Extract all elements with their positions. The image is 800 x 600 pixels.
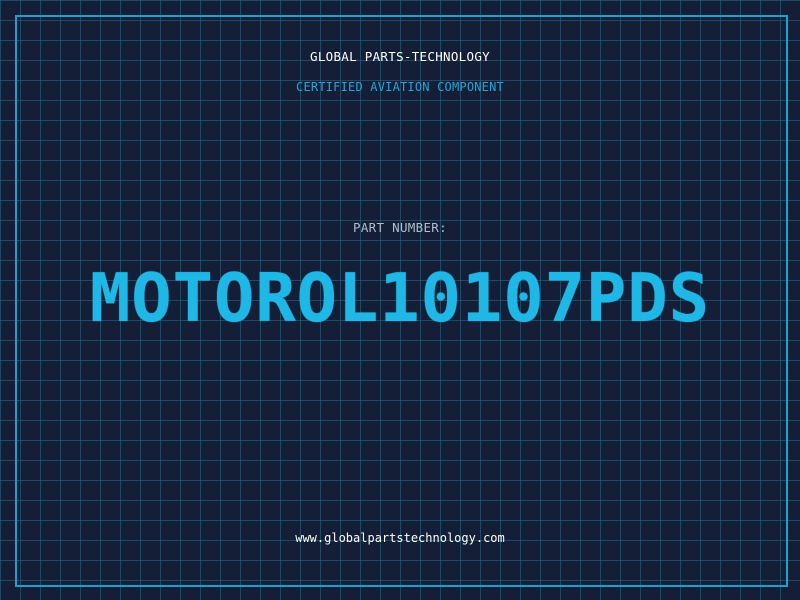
blueprint-canvas: GLOBAL PARTS-TECHNOLOGY CERTIFIED AVIATI… <box>0 0 800 600</box>
certification-subtitle: CERTIFIED AVIATION COMPONENT <box>296 80 504 94</box>
website-url: www.globalpartstechnology.com <box>295 531 505 545</box>
company-name: GLOBAL PARTS-TECHNOLOGY <box>310 49 490 64</box>
part-number-label: PART NUMBER: <box>353 220 447 235</box>
part-number-value: MOTOROL10107PDS <box>89 259 711 337</box>
